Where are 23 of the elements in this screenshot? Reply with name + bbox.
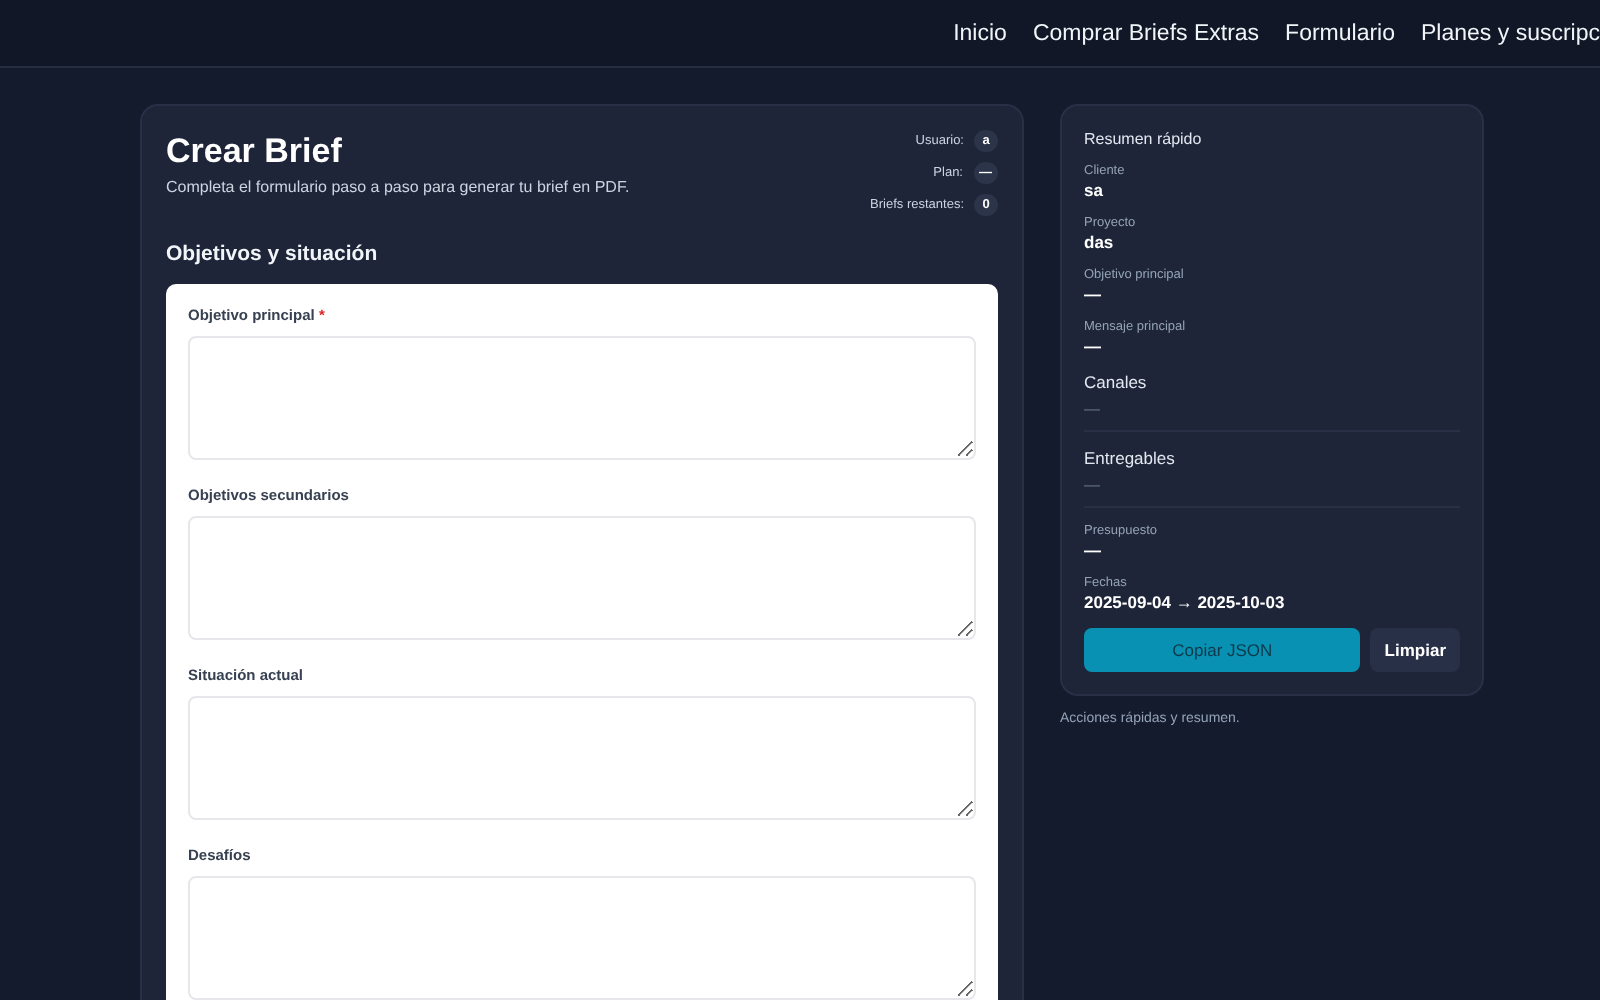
- summary-value: das: [1084, 232, 1116, 252]
- summary-value: sa: [1084, 180, 1105, 200]
- summary-value: —: [1084, 336, 1103, 356]
- page-subtitle: Completa el formulario paso a paso para generar tu brief en PDF.: [166, 178, 630, 196]
- summary-value: —: [1084, 540, 1103, 560]
- summary-heading: Canales: [1084, 372, 1149, 392]
- summary-value: —: [1084, 476, 1460, 508]
- clear-button[interactable]: Limpiar: [1370, 628, 1460, 672]
- summary-title: Resumen rápido: [1084, 130, 1204, 148]
- summary-value: —: [1084, 400, 1460, 432]
- section-title: Objetivos y situación: [166, 242, 380, 266]
- text-area[interactable]: [188, 876, 976, 1000]
- page-title: Crear Brief: [166, 130, 344, 174]
- nav-link[interactable]: Inicio: [953, 22, 1007, 46]
- summary-value: 2025-09-04 → 2025-10-03: [1084, 592, 1287, 612]
- text-area[interactable]: [188, 696, 976, 820]
- summary-value: —: [1084, 284, 1103, 304]
- nav-link[interactable]: Comprar Briefs Extras: [1032, 22, 1260, 46]
- nav-link[interactable]: Formulario: [1285, 22, 1396, 46]
- text-area[interactable]: [188, 516, 976, 640]
- nav-link[interactable]: Planes y suscripc: [1421, 22, 1600, 46]
- summary-heading: Entregables: [1084, 448, 1177, 468]
- text-area[interactable]: [188, 336, 976, 460]
